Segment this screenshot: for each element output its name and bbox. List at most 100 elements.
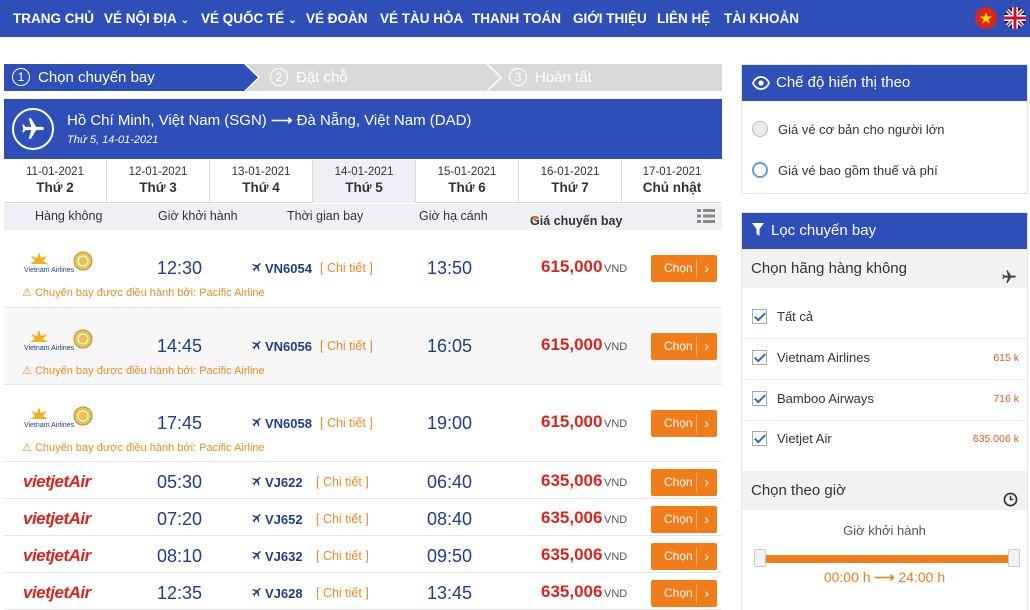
select-flight-button[interactable]: Chọn › xyxy=(651,469,717,496)
step-number: 3 xyxy=(509,68,527,86)
nav-domestic[interactable]: VÉ NỘI ĐỊA ⌄ xyxy=(104,0,189,37)
display-mode-header: Chế độ hiển thị theo xyxy=(742,65,1027,101)
flight-price: 635,006 xyxy=(541,508,603,527)
column-depart[interactable]: Giờ khởi hành xyxy=(158,209,238,223)
date-tab[interactable]: 13-01-2021 Thứ 4 xyxy=(210,160,313,203)
select-flight-button[interactable]: Chọn › xyxy=(651,255,717,282)
time-range-slider[interactable] xyxy=(754,549,1020,567)
route-date: Thứ 5, 14-01-2021 xyxy=(67,134,159,146)
vietnam-airlines-min-price: 615 k xyxy=(993,352,1019,364)
slider-handle-start[interactable] xyxy=(754,549,766,567)
nav-about[interactable]: GIỚI THIỆU xyxy=(573,0,647,37)
column-duration[interactable]: Thời gian bay xyxy=(287,209,363,223)
nav-label: GIỚI THIỆU xyxy=(573,11,647,26)
price-currency: VND xyxy=(604,341,628,353)
checkbox-bamboo-airways-label: Bamboo Airways xyxy=(777,391,874,406)
flight-detail-link[interactable]: [ Chi tiết ] xyxy=(316,549,369,563)
chevron-right-icon: › xyxy=(704,415,709,431)
svg-text:Vietnam Airlines: Vietnam Airlines xyxy=(24,422,75,429)
select-flight-button[interactable]: Chọn › xyxy=(651,410,717,437)
operated-by-note: ⚠ Chuyến bay được điều hành bởi: Pacific… xyxy=(22,286,265,299)
radio-fare-with-tax-label: Giá vé bao gồm thuế và phí xyxy=(778,163,938,178)
bamboo-airways-min-price: 716 k xyxy=(993,393,1019,405)
flight-number: VJ628 xyxy=(251,586,303,601)
price-currency: VND xyxy=(604,477,628,489)
slider-handle-end[interactable] xyxy=(1008,549,1020,567)
nav-group[interactable]: VÉ ĐOÀN xyxy=(306,0,368,37)
weekday-text: Thứ 2 xyxy=(36,180,74,195)
time-filter-title: Chọn theo giờ xyxy=(751,482,846,499)
nav-label: VÉ TÀU HỎA xyxy=(380,11,464,26)
display-mode-title: Chế độ hiển thị theo xyxy=(776,74,911,91)
flight-number: VJ632 xyxy=(251,549,303,564)
flight-detail-link[interactable]: [ Chi tiết ] xyxy=(316,512,369,526)
nav-label: LIÊN HỆ xyxy=(657,11,711,26)
svg-text:Vietnam Airlines: Vietnam Airlines xyxy=(24,345,75,352)
chevron-right-icon: › xyxy=(704,260,709,276)
vietnam-flag-icon[interactable] xyxy=(975,7,997,29)
warning-icon: ⚠ xyxy=(22,442,32,454)
flight-price: 635,006 xyxy=(541,471,603,490)
column-arrive[interactable]: Giờ hạ cánh xyxy=(419,209,488,223)
flight-number-text: VJ632 xyxy=(265,549,303,564)
select-button-label: Chọn xyxy=(664,549,693,563)
plane-icon xyxy=(12,108,54,150)
warning-icon: ⚠ xyxy=(22,365,32,377)
vietjet-air-logo: vietjetAir xyxy=(23,509,91,528)
date-text: 16-01-2021 xyxy=(540,166,600,178)
nav-payment[interactable]: THANH TOÁN xyxy=(472,0,561,37)
flight-price: 615,000 xyxy=(541,335,603,354)
operated-by-text: Chuyến bay được điều hành bởi: Pacific A… xyxy=(34,442,265,454)
select-flight-button[interactable]: Chọn › xyxy=(651,333,717,360)
chevron-down-icon: ⌄ xyxy=(288,15,297,26)
column-airline[interactable]: Hàng không xyxy=(35,209,102,223)
flight-detail-link[interactable]: [ Chi tiết ] xyxy=(316,475,369,489)
flight-detail-link[interactable]: [ Chi tiết ] xyxy=(320,416,373,430)
radio-base-fare[interactable] xyxy=(752,121,768,137)
nav-contact[interactable]: LIÊN HỆ xyxy=(657,0,710,37)
depart-time: 12:35 xyxy=(157,583,203,603)
flight-detail-link[interactable]: [ Chi tiết ] xyxy=(320,261,373,275)
list-view-icon[interactable] xyxy=(697,209,715,226)
plane-icon xyxy=(1000,261,1018,300)
date-tab[interactable]: 12-01-2021 Thứ 3 xyxy=(107,160,210,203)
nav-international[interactable]: VÉ QUỐC TẾ ⌄ xyxy=(201,0,297,37)
nav-train[interactable]: VÉ TÀU HỎA xyxy=(380,0,463,37)
date-tab[interactable]: 11-01-2021 Thứ 2 xyxy=(4,160,107,203)
step-number: 2 xyxy=(270,68,288,86)
uk-flag-icon[interactable] xyxy=(1004,7,1026,29)
checkbox-vietjet-air[interactable] xyxy=(752,431,767,446)
select-flight-button[interactable]: Chọn › xyxy=(651,506,717,533)
flight-detail-link[interactable]: [ Chi tiết ] xyxy=(320,339,373,353)
step-complete: 3 Hoàn tất xyxy=(509,64,592,91)
select-flight-button[interactable]: Chọn › xyxy=(651,543,717,570)
nav-label: TÀI KHOẢN xyxy=(724,11,799,26)
select-flight-button[interactable]: Chọn › xyxy=(651,580,717,607)
radio-fare-with-tax[interactable] xyxy=(752,162,768,178)
plane-icon xyxy=(251,261,263,276)
checkbox-vietnam-airlines[interactable] xyxy=(752,350,767,365)
date-tab[interactable]: 17-01-2021 Chủ nhật xyxy=(622,160,722,203)
select-button-label: Chọn xyxy=(664,586,693,600)
flight-detail-link[interactable]: [ Chi tiết ] xyxy=(316,586,369,600)
nav-home[interactable]: TRANG CHỦ xyxy=(13,0,94,37)
arrow-right-icon: ⟶ xyxy=(874,569,895,585)
checkbox-all[interactable] xyxy=(752,309,767,324)
route-destination: Đà Nẵng, Việt Nam (DAD) xyxy=(296,112,472,129)
weekday-text: Thứ 7 xyxy=(551,180,589,195)
slider-track xyxy=(756,555,1018,563)
date-tab[interactable]: 15-01-2021 Thứ 6 xyxy=(416,160,519,203)
arrow-right-icon: ⟶ xyxy=(270,112,293,129)
date-tab[interactable]: 16-01-2021 Thứ 7 xyxy=(519,160,622,203)
weekday-text: Thứ 4 xyxy=(242,180,280,195)
vietjet-air-logo: vietjetAir xyxy=(23,583,91,602)
clock-icon xyxy=(1003,483,1018,522)
date-text: 17-01-2021 xyxy=(642,166,702,178)
flight-price: 615,000 xyxy=(541,257,603,276)
flight-number-text: VJ652 xyxy=(265,512,303,527)
date-tab-active[interactable]: 14-01-2021 Thứ 5 xyxy=(313,160,416,203)
nav-account[interactable]: TÀI KHOẢN xyxy=(724,0,799,37)
airline-filter-header: Chọn hãng hàng không xyxy=(742,249,1027,288)
flight-number-text: VN6058 xyxy=(265,416,312,431)
checkbox-bamboo-airways[interactable] xyxy=(752,391,767,406)
